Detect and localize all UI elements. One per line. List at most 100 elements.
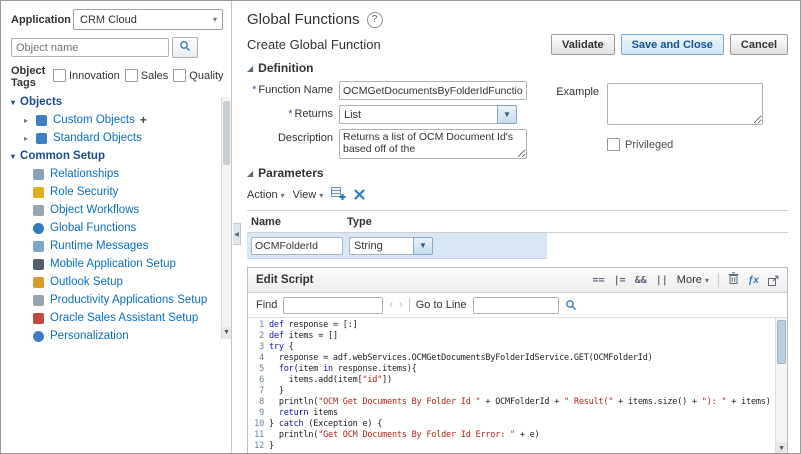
operator-and-button[interactable]: && [635, 275, 647, 286]
item-label[interactable]: Oracle Sales Assistant Setup [50, 312, 198, 324]
description-textarea[interactable]: Returns a list of OCM Document Id's base… [339, 129, 527, 159]
scroll-down-icon[interactable]: ▼ [222, 327, 231, 339]
standard-objects-icon [36, 132, 47, 144]
object-search-input[interactable] [11, 38, 169, 57]
cancel-button[interactable]: Cancel [729, 34, 788, 55]
code-line-1[interactable]: 1 def response = [:] [248, 320, 787, 331]
privileged-checkbox[interactable] [607, 138, 620, 151]
parameters-section-header[interactable]: ◢ Parameters [247, 166, 788, 180]
item-label[interactable]: Mobile Application Setup [50, 258, 176, 270]
search-icon[interactable] [565, 299, 577, 311]
editor-scrollbar[interactable]: ▼ [775, 318, 787, 453]
object-tag-sales[interactable]: Sales [124, 69, 168, 82]
save-and-close-button[interactable]: Save and Close [620, 34, 724, 55]
code-line-2[interactable]: 2 def items = [] [248, 331, 787, 342]
returns-select[interactable]: List ▼ [339, 105, 517, 124]
sidebar-item-personalization[interactable]: Personalization [11, 327, 223, 345]
more-menu[interactable]: More ▾ [677, 274, 709, 286]
sidebar-item-runtime-messages[interactable]: Runtime Messages [11, 237, 223, 255]
sidebar-item-custom-objects[interactable]: ▸ Custom Objects + [11, 111, 223, 129]
find-previous-icon[interactable]: ‹ [389, 299, 393, 311]
action-menu[interactable]: Action ▾ [247, 189, 285, 201]
definition-section-header[interactable]: ◢ Definition [247, 61, 788, 75]
item-label[interactable]: Object Workflows [50, 204, 139, 216]
sidebar-item-role-security[interactable]: Role Security [11, 183, 223, 201]
operator-or-button[interactable]: || [656, 275, 668, 286]
scrollbar-thumb[interactable] [223, 101, 230, 165]
checkbox-icon[interactable] [53, 69, 66, 82]
help-icon[interactable]: ? [366, 11, 383, 28]
object-tags-label: Object Tags [11, 65, 46, 89]
sidebar-scrollbar[interactable]: ▼ [221, 97, 231, 339]
add-parameter-button[interactable] [331, 186, 346, 204]
code-editor[interactable]: 1 def response = [:] 2 def items = [] 3 try {… [248, 318, 787, 453]
delete-script-button[interactable] [728, 271, 739, 289]
item-label[interactable]: Productivity Applications Setup [50, 294, 207, 306]
sidebar-item-oracle-sales-assistant-setup[interactable]: Oracle Sales Assistant Setup [11, 309, 223, 327]
toolbar-divider [408, 298, 410, 312]
item-label[interactable]: Standard Objects [53, 132, 142, 144]
sidebar-item-productivity-applications-setup[interactable]: Productivity Applications Setup [11, 291, 223, 309]
item-label[interactable]: Role Security [50, 186, 118, 198]
item-label[interactable]: Global Functions [50, 222, 136, 234]
add-custom-object-icon[interactable]: + [140, 114, 147, 126]
code-line-3[interactable]: 3 try { [248, 342, 787, 353]
example-textarea[interactable] [607, 83, 763, 125]
find-input[interactable] [283, 296, 384, 314]
scroll-down-icon[interactable]: ▼ [776, 442, 787, 453]
object-tag-innovation[interactable]: Innovation [53, 69, 120, 82]
panel-splitter[interactable]: ◀ [233, 223, 241, 245]
tree-section-common-setup[interactable]: ▾ Common Setup [11, 147, 223, 165]
scrollbar-thumb[interactable] [777, 320, 786, 364]
code-line-8[interactable]: 8 println("OCM Get Documents By Folder I… [248, 397, 787, 408]
code-line-7[interactable]: 7 } [248, 386, 787, 397]
line-number: 6 [259, 375, 264, 385]
line-number: 2 [259, 331, 264, 341]
search-button[interactable] [172, 37, 198, 58]
sidebar-item-outlook-setup[interactable]: Outlook Setup [11, 273, 223, 291]
code-line-6[interactable]: 6 items.add(item["id"]) [248, 375, 787, 386]
sidebar-item-object-workflows[interactable]: Object Workflows [11, 201, 223, 219]
application-select[interactable]: CRM Cloud ▾ [73, 9, 223, 30]
expand-icon[interactable]: ▸ [24, 134, 32, 143]
parameter-row[interactable]: String ▼ [247, 233, 547, 259]
item-label[interactable]: Custom Objects [53, 114, 135, 126]
item-label[interactable]: Outlook Setup [50, 276, 123, 288]
tree-section-objects[interactable]: ▾ Objects [11, 93, 223, 111]
sidebar-item-global-functions[interactable]: Global Functions [11, 219, 223, 237]
chevron-down-icon[interactable]: ▼ [497, 105, 517, 124]
operator-assign-button[interactable]: |= [614, 275, 626, 286]
line-text: response = adf.webServices.OCMGetDocumen… [269, 353, 653, 363]
operator-equals-button[interactable]: == [593, 275, 605, 286]
sidebar-item-standard-objects[interactable]: ▸ Standard Objects [11, 129, 223, 147]
parameter-type-select[interactable]: String ▼ [349, 236, 433, 255]
find-next-icon[interactable]: › [399, 299, 403, 311]
delete-parameter-button[interactable] [354, 188, 365, 203]
code-line-4[interactable]: 4 response = adf.webServices.OCMGetDocum… [248, 353, 787, 364]
item-label[interactable]: Personalization [50, 330, 129, 342]
checkbox-icon[interactable] [173, 69, 187, 82]
item-label[interactable]: Relationships [50, 168, 119, 180]
expand-icon[interactable]: ▸ [24, 116, 32, 125]
function-validate-icon[interactable]: ƒx [748, 275, 759, 286]
line-text: return items [278, 408, 338, 418]
code-line-5[interactable]: 5 for(item in response.items){ [248, 364, 787, 375]
view-menu[interactable]: View ▾ [293, 189, 324, 201]
code-line-10[interactable]: 10} catch (Exception e) { [248, 419, 787, 430]
code-line-9[interactable]: 9 return items [248, 408, 787, 419]
goto-line-input[interactable] [472, 296, 559, 314]
maximize-icon[interactable] [768, 275, 779, 286]
sidebar-item-metadata-manager[interactable]: Metadata Manager [11, 345, 223, 347]
code-line-12[interactable]: 12} [248, 441, 787, 452]
sidebar-item-relationships[interactable]: Relationships [11, 165, 223, 183]
function-name-input[interactable] [339, 81, 527, 100]
parameter-name-input[interactable] [251, 236, 343, 255]
item-label[interactable]: Runtime Messages [50, 240, 148, 252]
sidebar-item-mobile-application-setup[interactable]: Mobile Application Setup [11, 255, 223, 273]
object-tag-quality[interactable]: Quality [173, 69, 223, 82]
line-number: 1 [259, 320, 264, 330]
chevron-down-icon[interactable]: ▼ [413, 236, 433, 255]
code-line-11[interactable]: 11 println("Get OCM Documents By Folder … [248, 430, 787, 441]
validate-button[interactable]: Validate [551, 34, 615, 55]
checkbox-icon[interactable] [124, 69, 138, 82]
